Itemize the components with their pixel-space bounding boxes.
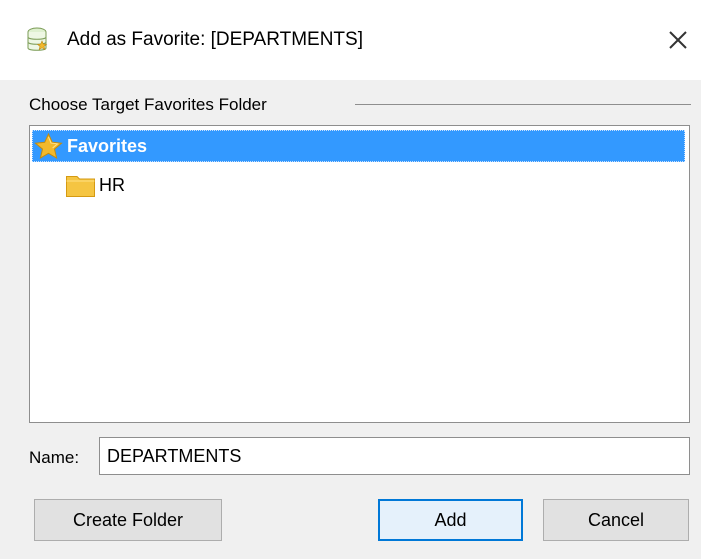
favorites-database-icon — [25, 26, 49, 56]
close-icon[interactable] — [664, 26, 692, 54]
name-label: Name: — [29, 448, 80, 467]
add-as-favorite-dialog: Add as Favorite: [DEPARTMENTS] Choose Ta… — [0, 0, 701, 559]
hr-folder-label: HR — [99, 175, 125, 195]
tree-node-favorites[interactable]: Favorites — [32, 130, 685, 162]
dialog-title: Add as Favorite: [DEPARTMENTS] — [67, 29, 363, 50]
folder-icon — [65, 171, 96, 199]
add-button[interactable]: Add — [378, 499, 523, 541]
favorite-name-input[interactable] — [99, 437, 690, 475]
tree-node-hr[interactable]: HR — [65, 169, 365, 201]
favorites-label: Favorites — [67, 136, 148, 156]
favorites-folder-tree[interactable]: Favorites HR — [29, 125, 690, 423]
create-folder-button[interactable]: Create Folder — [34, 499, 222, 541]
star-icon — [33, 132, 64, 160]
group-divider — [355, 104, 691, 105]
title-bar[interactable]: Add as Favorite: [DEPARTMENTS] — [0, 0, 701, 80]
target-folder-group-label: Choose Target Favorites Folder — [29, 95, 267, 114]
cancel-button[interactable]: Cancel — [543, 499, 689, 541]
